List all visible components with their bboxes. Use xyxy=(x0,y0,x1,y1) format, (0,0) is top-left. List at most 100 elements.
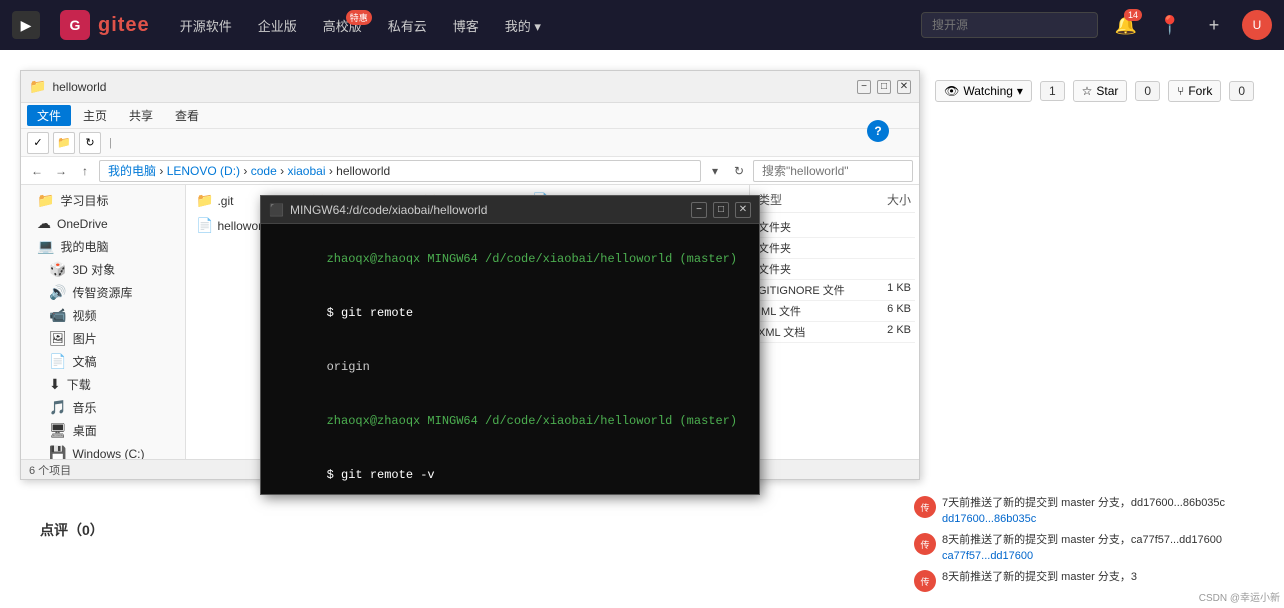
term-line-1: zhaoqx@zhaoqx MINGW64 /d/code/xiaobai/he… xyxy=(269,232,751,286)
watermark: CSDN @幸运小新 xyxy=(1199,589,1280,604)
fe-folder-btn[interactable]: 📁 xyxy=(53,132,75,154)
logo-icon: G xyxy=(60,10,90,40)
watch-icon: 👁 xyxy=(944,84,959,98)
watch-btn[interactable]: 👁 Watching ▾ xyxy=(935,80,1032,102)
fe-addr-dropdown[interactable]: ▾ xyxy=(705,161,725,181)
fe-col-type: 类型 xyxy=(758,191,782,208)
sidebar-item-study-label: 学习目标 xyxy=(60,192,108,209)
sidebar-item-onedrive-icon: ☁ xyxy=(37,215,51,232)
term-line-2: $ git remote xyxy=(269,286,751,340)
fe-close-btn[interactable]: ✕ xyxy=(897,80,911,94)
comments-title: 点评（0） xyxy=(40,522,104,538)
fe-menu-share[interactable]: 共享 xyxy=(119,105,163,126)
fork-icon: ⑂ xyxy=(1177,84,1184,98)
term-maximize-btn[interactable]: □ xyxy=(713,202,729,218)
fe-forward-btn[interactable]: → xyxy=(51,161,71,181)
sidebar-item-docs-label: 文稿 xyxy=(72,353,96,370)
star-label: Star xyxy=(1096,84,1118,98)
sidebar-item-mypc[interactable]: 💻 我的电脑 xyxy=(21,235,185,258)
activity-avatar-2: 传 xyxy=(914,533,936,555)
nav-right: 🔔 14 📍 + U xyxy=(921,9,1272,41)
fe-check-btn[interactable]: ✓ xyxy=(27,132,49,154)
fe-addr-refresh[interactable]: ↻ xyxy=(729,161,749,181)
sidebar-item-study[interactable]: 📁 学习目标 xyxy=(21,189,185,212)
table-row: 文件夹 xyxy=(754,238,915,259)
fe-address-path[interactable]: 我的电脑 › LENOVO (D:) › code › xiaobai › he… xyxy=(99,160,701,182)
sidebar-item-onedrive[interactable]: ☁ OneDrive xyxy=(21,212,185,235)
user-avatar[interactable]: U xyxy=(1242,10,1272,40)
table-row: IML 文件 6 KB xyxy=(754,301,915,322)
term-close-btn[interactable]: ✕ xyxy=(735,202,751,218)
fe-minimize-btn[interactable]: − xyxy=(857,80,871,94)
sidebar-item-downloads[interactable]: ⬇ 下载 xyxy=(21,373,185,396)
fe-up-btn[interactable]: ↑ xyxy=(75,161,95,181)
location-btn[interactable]: 📍 xyxy=(1154,9,1186,41)
sidebar-item-music-icon: 🎵 xyxy=(49,399,66,416)
sidebar-item-onedrive-label: OneDrive xyxy=(57,217,108,231)
sidebar-item-desktop[interactable]: 🖥 桌面 xyxy=(21,419,185,442)
sidebar-item-mypc-icon: 💻 xyxy=(37,238,54,255)
fork-label: Fork xyxy=(1188,84,1212,98)
activity-item-1: 传 7天前推送了新的提交到 master 分支，dd17600...86b035… xyxy=(914,496,1274,527)
fe-toolbar: ✓ 📁 ↻ | xyxy=(21,129,919,157)
sidebar-item-docs[interactable]: 📄 文稿 xyxy=(21,350,185,373)
logo-text: gitee xyxy=(98,14,150,37)
star-icon: ☆ xyxy=(1082,84,1093,98)
term-icon: ⬛ xyxy=(269,203,284,217)
sidebar-item-video-icon: 📹 xyxy=(49,307,66,324)
fe-search-input[interactable] xyxy=(753,160,913,182)
notification-btn[interactable]: 🔔 14 xyxy=(1110,9,1142,41)
folder-icon: 📁 xyxy=(196,192,213,209)
terminal-window: ⬛ MINGW64:/d/code/xiaobai/helloworld − □… xyxy=(260,195,760,495)
fe-maximize-btn[interactable]: □ xyxy=(877,80,891,94)
activity-link-2[interactable]: ca77f57...dd17600 xyxy=(942,550,1033,562)
watch-dropdown-icon: ▾ xyxy=(1017,84,1023,98)
term-line-3: origin xyxy=(269,340,751,394)
star-btn[interactable]: ☆ Star xyxy=(1073,80,1128,102)
university-badge: 特惠 xyxy=(346,10,372,25)
term-minimize-btn[interactable]: − xyxy=(691,202,707,218)
sidebar-item-czyk-icon: 🔊 xyxy=(49,284,66,301)
nav-link-blog[interactable]: 博客 xyxy=(443,10,489,41)
nav-links: 开源软件 企业版 高校版 特惠 私有云 博客 我的 ▾ xyxy=(170,10,551,41)
fe-refresh-btn[interactable]: ↻ xyxy=(79,132,101,154)
star-count: 0 xyxy=(1135,81,1160,101)
term-title: MINGW64:/d/code/xiaobai/helloworld xyxy=(290,203,685,217)
fe-menu-file[interactable]: 文件 xyxy=(27,105,71,126)
fe-menu-home[interactable]: 主页 xyxy=(73,105,117,126)
fe-back-btn[interactable]: ← xyxy=(27,161,47,181)
sidebar-item-pictures[interactable]: 🖼 图片 xyxy=(21,327,185,350)
nav-link-mine[interactable]: 我的 ▾ xyxy=(495,10,551,41)
repo-actions: 👁 Watching ▾ 1 ☆ Star 0 ⑂ Fork 0 xyxy=(935,80,1254,102)
fe-title-icon: 📁 xyxy=(29,78,46,95)
help-btn[interactable]: ? xyxy=(867,120,889,142)
activity-text-2: 8天前推送了新的提交到 master 分支，ca77f57...dd17600 … xyxy=(942,533,1274,564)
sidebar-item-pictures-label: 图片 xyxy=(73,330,97,347)
sidebar-item-3d[interactable]: 🎲 3D 对象 xyxy=(21,258,185,281)
table-row: XML 文档 2 KB xyxy=(754,322,915,343)
activity-text-1: 7天前推送了新的提交到 master 分支，dd17600...86b035c … xyxy=(942,496,1274,527)
nav-link-opensource[interactable]: 开源软件 xyxy=(170,10,242,41)
term-body[interactable]: zhaoqx@zhaoqx MINGW64 /d/code/xiaobai/he… xyxy=(261,224,759,494)
sidebar-item-czyk[interactable]: 🔊 传智资源库 xyxy=(21,281,185,304)
file-name: .git xyxy=(217,194,233,208)
sidebar-item-music[interactable]: 🎵 音乐 xyxy=(21,396,185,419)
nav-link-enterprise[interactable]: 企业版 xyxy=(248,10,307,41)
fe-menu-view[interactable]: 查看 xyxy=(165,105,209,126)
activity-link-1[interactable]: dd17600...86b035c xyxy=(942,513,1036,525)
fe-title-text: helloworld xyxy=(52,80,851,94)
fe-breadcrumb: 我的电脑 › LENOVO (D:) › code › xiaobai › he… xyxy=(108,162,390,179)
sidebar-item-c[interactable]: 💾 Windows (C:) xyxy=(21,442,185,459)
nav-link-university[interactable]: 高校版 特惠 xyxy=(313,10,372,41)
sidebar-item-video[interactable]: 📹 视频 xyxy=(21,304,185,327)
plus-btn[interactable]: + xyxy=(1198,9,1230,41)
sidebar-item-study-icon: 📁 xyxy=(37,192,54,209)
nav-logo: G gitee xyxy=(60,10,150,40)
nav-search-input[interactable] xyxy=(921,12,1098,38)
nav-link-private[interactable]: 私有云 xyxy=(378,10,437,41)
fork-count: 0 xyxy=(1229,81,1254,101)
sidebar-item-pictures-icon: 🖼 xyxy=(49,330,67,347)
fork-btn[interactable]: ⑂ Fork xyxy=(1168,80,1221,102)
nav-toggle[interactable]: ▶ xyxy=(12,11,40,39)
term-line-5: $ git remote -v xyxy=(269,448,751,494)
